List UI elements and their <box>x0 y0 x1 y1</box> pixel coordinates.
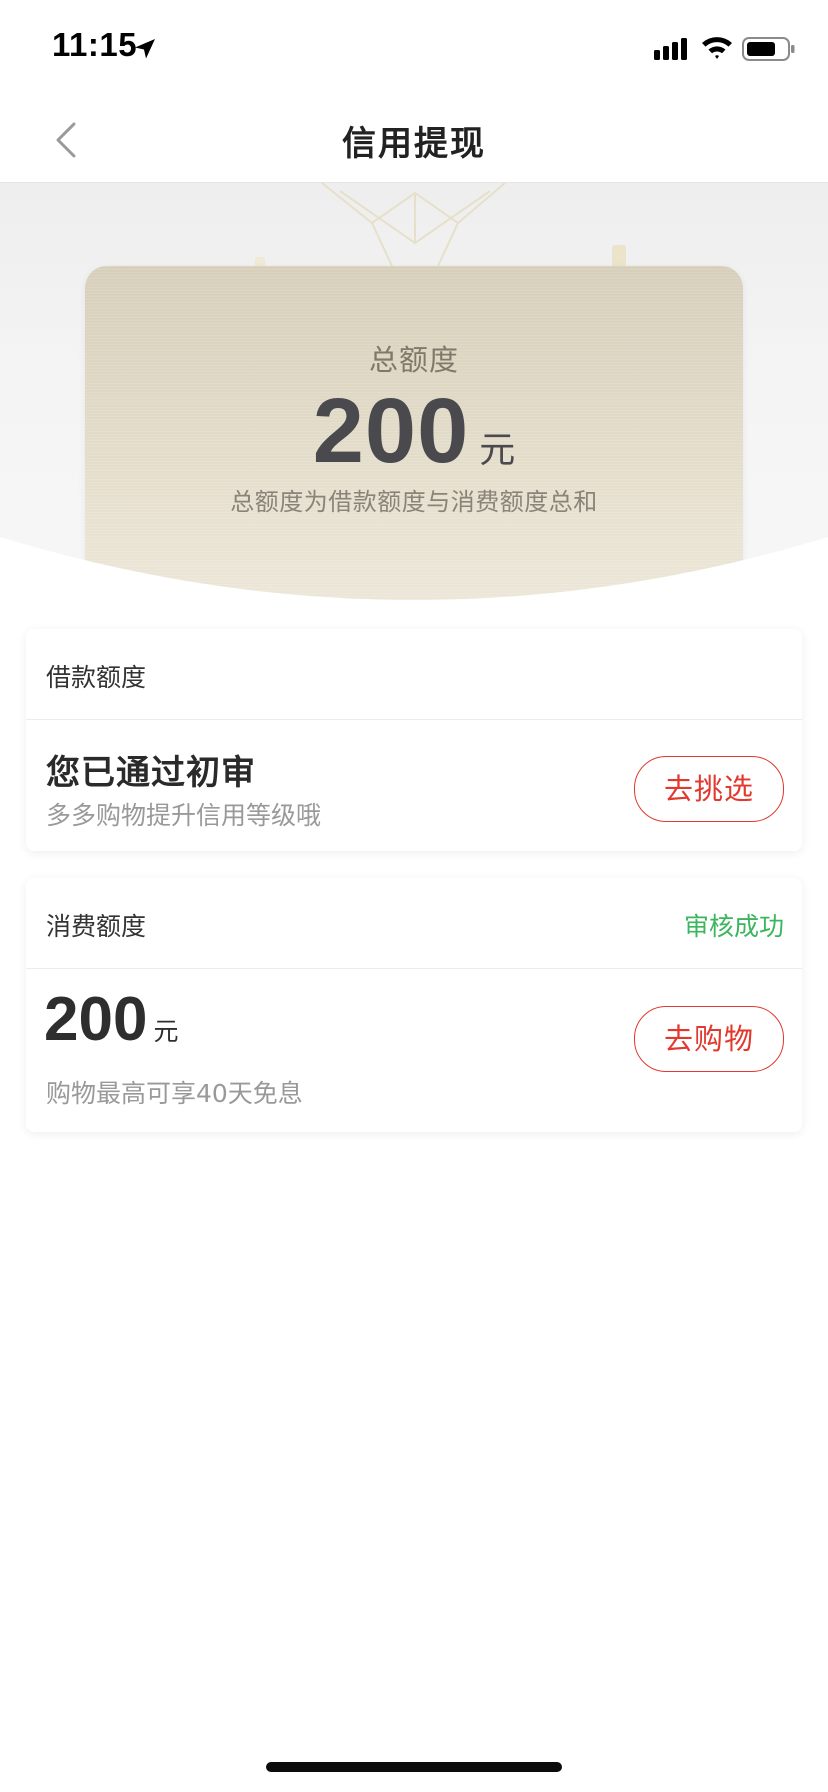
page-title: 信用提现 <box>342 124 486 164</box>
consumption-credit-title: 消费额度 <box>46 912 147 941</box>
consumption-unit: 元 <box>153 1017 179 1046</box>
battery-icon <box>742 37 795 61</box>
consumption-amount: 200 <box>44 985 148 1054</box>
loan-credit-title: 借款额度 <box>46 663 147 692</box>
loan-credit-card: 借款额度 您已通过初审 多多购物提升信用等级哦 去挑选 <box>26 629 802 851</box>
total-credit-unit: 元 <box>479 430 516 471</box>
total-credit-description: 总额度为借款额度与消费额度总和 <box>230 488 598 516</box>
status-time: 11:15 <box>52 26 138 63</box>
go-browse-button[interactable]: 去挑选 <box>634 756 784 822</box>
location-arrow-icon <box>135 39 155 59</box>
total-credit-card: 总额度 200 元 总额度为借款额度与消费额度总和 <box>85 266 743 603</box>
total-credit-amount: 200 <box>312 380 470 482</box>
go-shopping-button[interactable]: 去购物 <box>634 1006 784 1072</box>
consumption-credit-hint: 购物最高可享40天免息 <box>46 1079 303 1108</box>
total-credit-label: 总额度 <box>368 343 459 377</box>
review-success-status: 审核成功 <box>683 912 784 941</box>
loan-credit-header: 借款额度 <box>26 629 802 720</box>
consumption-credit-card: 消费额度 审核成功 200 元 购物最高可享40天免息 去购物 <box>26 878 802 1132</box>
consumption-credit-header: 消费额度 审核成功 <box>26 878 802 969</box>
status-bar: 11:15 <box>0 0 828 98</box>
total-credit-amount-row: 200 元 <box>85 379 743 484</box>
signal-icon <box>654 38 687 60</box>
consumption-amount-row: 200 元 <box>44 984 178 1055</box>
loan-credit-hint: 多多购物提升信用等级哦 <box>46 801 322 830</box>
home-indicator[interactable] <box>266 1762 562 1772</box>
nav-bar: 信用提现 <box>0 98 828 183</box>
loan-review-status: 您已通过初审 <box>46 753 256 793</box>
wifi-icon <box>702 37 732 59</box>
total-credit-banner: 总额度 200 元 总额度为借款额度与消费额度总和 <box>0 183 828 603</box>
